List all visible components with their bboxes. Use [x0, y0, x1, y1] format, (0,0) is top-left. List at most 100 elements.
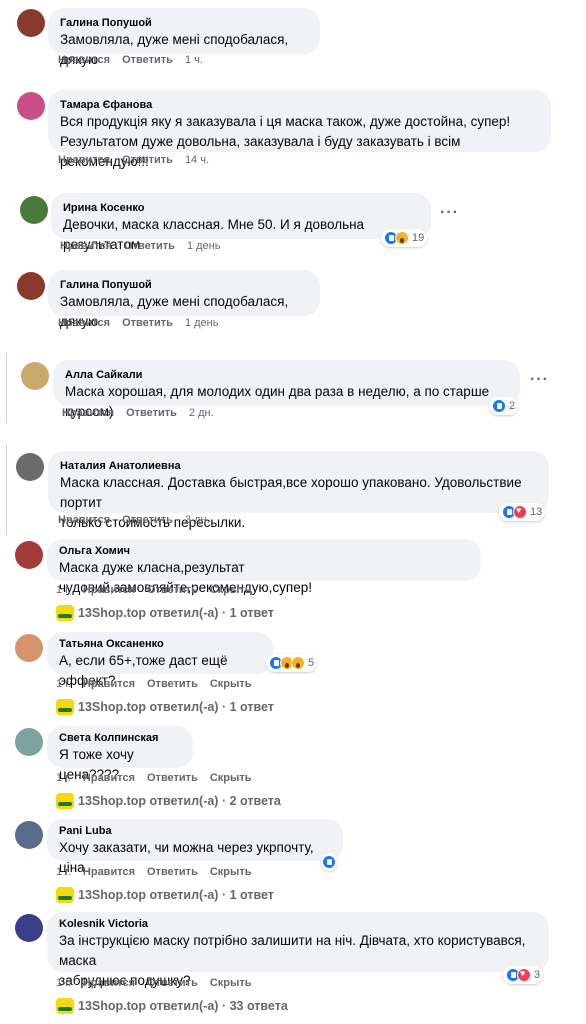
- comment-actions: 1 г. Нравится Ответить Скрыть: [56, 772, 264, 784]
- comment-bubble: Тамара Єфанова Вся продукція яку я заказ…: [48, 90, 551, 169]
- reply-summary: 13Shop.top ответил(-а) · 1 ответ: [78, 606, 274, 620]
- more-options-icon[interactable]: ···: [530, 371, 549, 389]
- reply-button[interactable]: Ответить: [147, 977, 198, 989]
- reply-summary: 13Shop.top ответил(-а) · 1 ответ: [78, 700, 274, 714]
- reply-button[interactable]: Ответить: [147, 584, 198, 596]
- comment-bubble: Алла Сайкали Маска хорошая, для молодих …: [53, 360, 520, 419]
- comment-time[interactable]: 1 г.: [56, 678, 71, 690]
- reply-button[interactable]: Ответить: [126, 407, 177, 419]
- comment-time[interactable]: 1 день: [185, 317, 219, 329]
- avatar[interactable]: [20, 196, 48, 224]
- comment-bubble: Ирина Косенко Девочки, маска классная. М…: [51, 193, 431, 252]
- like-button[interactable]: Нравится: [83, 866, 135, 878]
- reply-button[interactable]: Ответить: [124, 240, 175, 252]
- comment-actions: 1 г. Нравится Ответить Скрыть: [56, 584, 264, 596]
- like-button[interactable]: Нравится: [83, 977, 135, 989]
- comment-actions: Нравится Ответить 14 ч.: [58, 154, 221, 166]
- comment-author[interactable]: Света Колпинская: [59, 731, 181, 745]
- view-replies-link[interactable]: 13Shop.top ответил(-а) · 1 ответ: [56, 699, 274, 715]
- view-replies-link[interactable]: 13Shop.top ответил(-а) · 33 ответа: [56, 998, 288, 1014]
- comment-author[interactable]: Ирина Косенко: [63, 201, 419, 215]
- comment-time[interactable]: 1 г.: [56, 772, 71, 784]
- like-button[interactable]: Нравится: [83, 678, 135, 690]
- comment-author[interactable]: Галина Попушой: [60, 16, 308, 30]
- like-button[interactable]: Нравится: [83, 584, 135, 596]
- reaction-count: 2: [509, 400, 516, 412]
- comment-author[interactable]: Тамара Єфанова: [60, 98, 539, 112]
- comment-author[interactable]: Алла Сайкали: [65, 368, 508, 382]
- comment-time[interactable]: 1 день: [187, 240, 221, 252]
- comment-actions: 1 г. Нравится Ответить Скрыть: [56, 678, 264, 690]
- reply-button[interactable]: Ответить: [147, 866, 198, 878]
- avatar[interactable]: [16, 453, 44, 481]
- like-button[interactable]: Нравится: [58, 317, 110, 329]
- avatar[interactable]: [21, 362, 49, 390]
- reply-summary: 13Shop.top ответил(-а) · 2 ответа: [78, 794, 281, 808]
- avatar[interactable]: [15, 541, 43, 569]
- comment-author[interactable]: Kolesnik Victoria: [59, 917, 537, 931]
- reaction-count: 13: [530, 506, 543, 518]
- comment-bubble: Kolesnik Victoria За інструкцією маску п…: [47, 912, 549, 988]
- comment-time[interactable]: 1 г.: [56, 977, 71, 989]
- reactions-badge[interactable]: 13: [499, 503, 546, 521]
- reactions-badge[interactable]: 19: [381, 229, 428, 247]
- avatar[interactable]: [15, 728, 43, 756]
- reaction-count: 5: [308, 657, 315, 669]
- comment-time[interactable]: 1 г.: [56, 866, 71, 878]
- comment-author[interactable]: Наталия Анатолиевна: [60, 459, 537, 473]
- view-replies-link[interactable]: 13Shop.top ответил(-а) · 2 ответа: [56, 793, 281, 809]
- avatar[interactable]: [15, 914, 43, 942]
- comment-bubble: Света Колпинская Я тоже хочу цена????: [47, 726, 193, 782]
- reply-button[interactable]: Ответить: [122, 54, 173, 66]
- view-replies-link[interactable]: 13Shop.top ответил(-а) · 1 ответ: [56, 887, 274, 903]
- like-reaction-icon: [322, 855, 336, 869]
- reactions-badge[interactable]: [321, 853, 337, 871]
- reaction-count: 19: [412, 232, 425, 244]
- shop-logo-icon: [56, 605, 74, 621]
- reply-button[interactable]: Ответить: [122, 514, 173, 526]
- like-button[interactable]: Нравится: [62, 407, 114, 419]
- comment-bubble: Pani Luba Хочу заказати, чи можна через …: [47, 819, 343, 875]
- reactions-badge[interactable]: 5: [266, 654, 318, 672]
- comment-author[interactable]: Ольга Хомич: [59, 544, 469, 558]
- like-button[interactable]: Нравится: [60, 240, 112, 252]
- hide-button[interactable]: Скрыть: [210, 866, 252, 878]
- view-replies-link[interactable]: 13Shop.top ответил(-а) · 1 ответ: [56, 605, 274, 621]
- hide-button[interactable]: Скрыть: [210, 977, 252, 989]
- avatar[interactable]: [15, 821, 43, 849]
- reply-button[interactable]: Ответить: [147, 678, 198, 690]
- comment-time[interactable]: 1 ч.: [185, 54, 203, 66]
- comment-actions: Нравится Ответить 1 ч.: [58, 54, 215, 66]
- reactions-badge[interactable]: 3: [503, 966, 544, 984]
- like-button[interactable]: Нравится: [58, 514, 110, 526]
- avatar[interactable]: [17, 92, 45, 120]
- hide-button[interactable]: Скрыть: [210, 584, 252, 596]
- reactions-badge[interactable]: 2: [489, 397, 519, 415]
- comment-author[interactable]: Галина Попушой: [60, 278, 308, 292]
- hide-button[interactable]: Скрыть: [210, 678, 252, 690]
- shop-logo-icon: [56, 699, 74, 715]
- like-button[interactable]: Нравится: [58, 154, 110, 166]
- avatar[interactable]: [17, 272, 45, 300]
- comment-actions: Нравится Ответить 3 дн.: [58, 514, 222, 526]
- wow-reaction-icon: [395, 231, 409, 245]
- hide-button[interactable]: Скрыть: [210, 772, 252, 784]
- comment-author[interactable]: Татьяна Оксаненко: [59, 637, 261, 651]
- comment-time[interactable]: 1 г.: [56, 584, 71, 596]
- comment-time[interactable]: 2 дн.: [189, 407, 214, 419]
- reply-button[interactable]: Ответить: [122, 154, 173, 166]
- avatar[interactable]: [17, 9, 45, 37]
- more-options-icon[interactable]: ···: [440, 204, 459, 222]
- reply-summary: 13Shop.top ответил(-а) · 1 ответ: [78, 888, 274, 902]
- reply-button[interactable]: Ответить: [122, 317, 173, 329]
- reply-button[interactable]: Ответить: [147, 772, 198, 784]
- comment-actions: Нравится Ответить 2 дн.: [62, 407, 226, 419]
- comment-author[interactable]: Pani Luba: [59, 824, 331, 838]
- love-reaction-icon: [517, 968, 531, 982]
- avatar[interactable]: [15, 634, 43, 662]
- comment-bubble: Галина Попушой Замовляла, дуже мені спод…: [48, 270, 320, 329]
- comment-time[interactable]: 3 дн.: [185, 514, 210, 526]
- comment-time[interactable]: 14 ч.: [185, 154, 209, 166]
- like-button[interactable]: Нравится: [83, 772, 135, 784]
- like-button[interactable]: Нравится: [58, 54, 110, 66]
